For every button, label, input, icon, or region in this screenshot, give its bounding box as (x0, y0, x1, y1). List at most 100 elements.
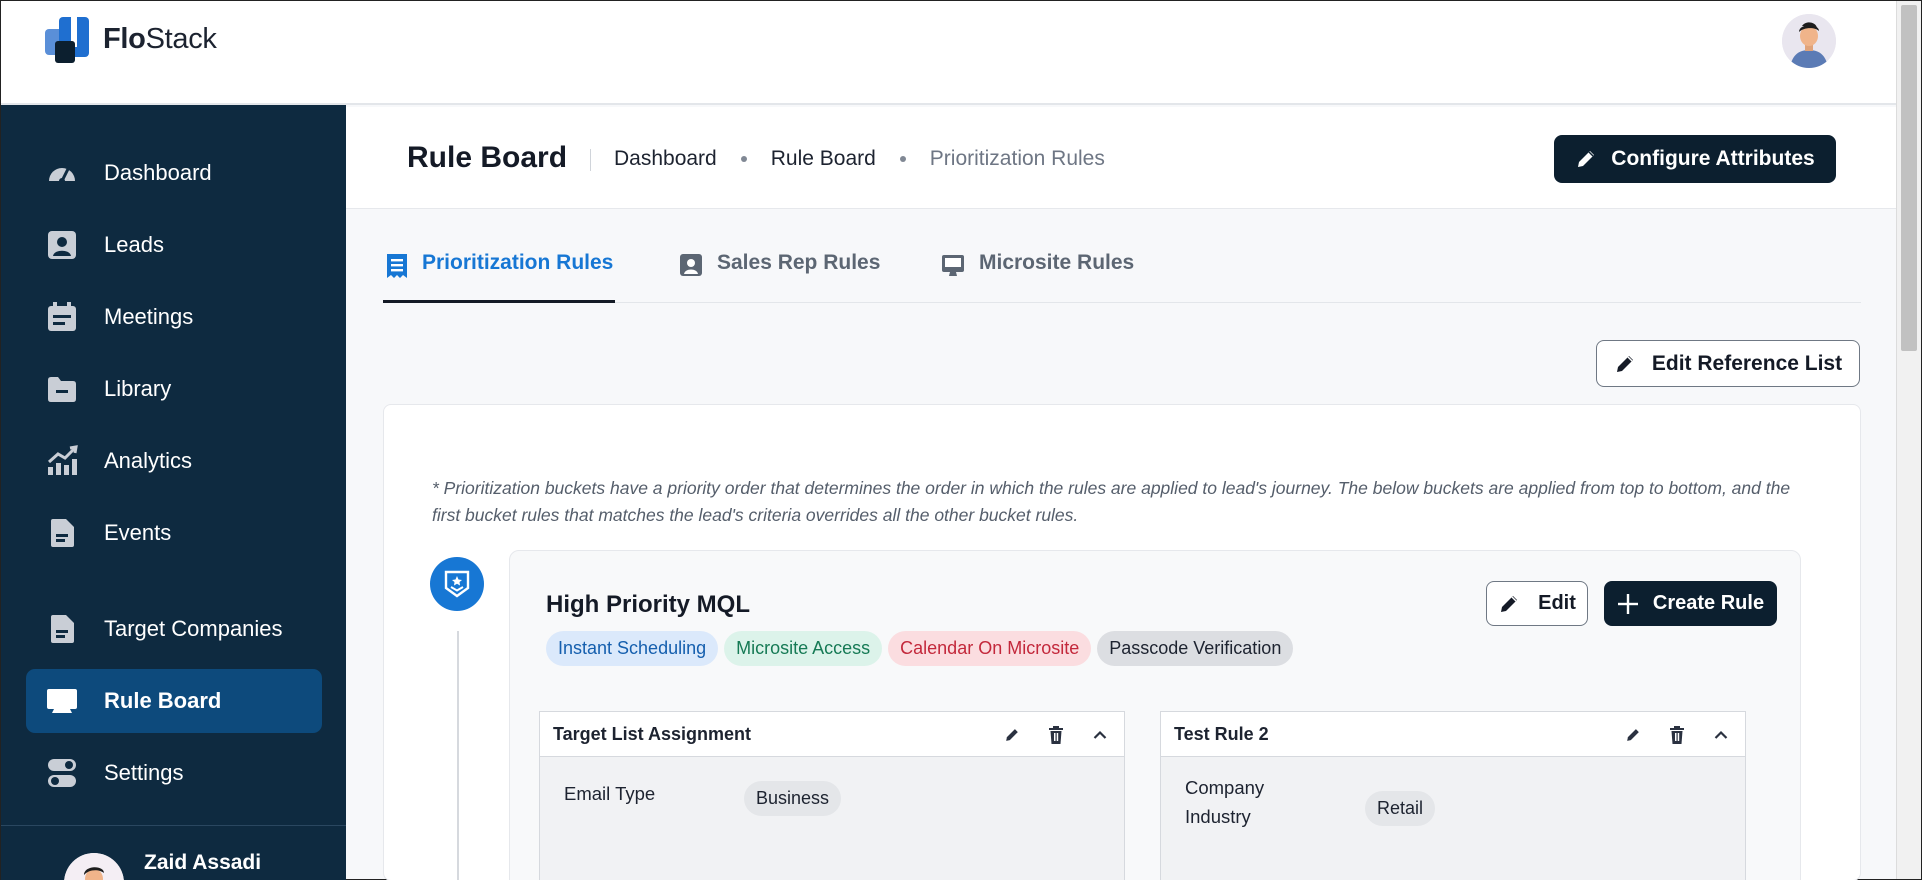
sidebar-item-leads[interactable]: Leads (26, 213, 322, 277)
sidebar: Dashboard Leads Meetings Library Analyti… (1, 105, 346, 880)
rule-actions (980, 712, 1112, 757)
sidebar-item-label: Dashboard (104, 160, 212, 185)
sidebar-item-dashboard[interactable]: Dashboard (26, 141, 322, 205)
sidebar-item-events[interactable]: Events (26, 501, 322, 565)
rule-title: Target List Assignment (553, 723, 752, 744)
condition-label: Email Type (564, 783, 656, 804)
collapse-chevron-up-icon[interactable] (1709, 723, 1733, 747)
delete-rule-trash-icon[interactable] (1665, 723, 1689, 747)
rule-card-target-list-assignment: Target List Assignment Email Type Busine… (539, 711, 1125, 880)
tab-microsite-rules[interactable]: Microsite Rules (941, 251, 1134, 303)
pencil-icon (1575, 148, 1597, 170)
shield-badge-icon (444, 570, 470, 598)
logo-text: FloStack (103, 23, 217, 56)
sidebar-item-label: Settings (104, 760, 184, 785)
tab-sales-rep-rules[interactable]: Sales Rep Rules (679, 251, 880, 303)
configure-attributes-button[interactable]: Configure Attributes (1554, 135, 1836, 183)
tab-prioritization-rules[interactable]: Prioritization Rules (383, 251, 615, 303)
sidebar-item-rule-board[interactable]: Rule Board (26, 669, 322, 733)
rule-header[interactable]: Test Rule 2 (1161, 712, 1745, 757)
breadcrumb-separator (899, 156, 906, 162)
bucket-title: High Priority MQL (546, 591, 750, 618)
breadcrumb-separator (740, 156, 747, 162)
sidebar-divider (1, 825, 346, 826)
sidebar-item-label: Library (104, 376, 172, 401)
bucket-high-priority-mql: High Priority MQL Instant Scheduling Mic… (509, 550, 1801, 880)
pencil-icon (1614, 353, 1636, 375)
folder-icon (46, 373, 78, 405)
calendar-icon (46, 301, 78, 333)
chip-instant-scheduling: Instant Scheduling (546, 631, 719, 666)
tab-label: Prioritization Rules (422, 251, 614, 274)
profile-avatar[interactable] (1782, 14, 1836, 68)
rule-conditions: Company Industry Retail (1161, 757, 1745, 880)
condition-value-chip: Business (744, 781, 842, 816)
toggle-icon (46, 757, 78, 789)
app-logo[interactable]: FloStack (45, 15, 217, 63)
gauge-icon (46, 157, 78, 189)
condition-value-chip: Retail (1365, 791, 1436, 826)
monitor-icon (46, 685, 78, 717)
rule-title: Test Rule 2 (1174, 723, 1269, 744)
sidebar-item-label: Target Companies (104, 616, 283, 641)
edit-bucket-button[interactable]: Edit (1486, 581, 1588, 626)
edit-reference-list-label: Edit Reference List (1651, 351, 1843, 375)
sidebar-item-label: Rule Board (104, 688, 222, 713)
rule-conditions: Email Type Business (540, 757, 1124, 880)
configure-attributes-label: Configure Attributes (1611, 147, 1815, 170)
sidebar-item-label: Leads (104, 232, 164, 257)
breadcrumb-dashboard[interactable]: Dashboard (614, 147, 717, 171)
sidebar-item-library[interactable]: Library (26, 357, 322, 421)
rule-actions (1601, 712, 1733, 757)
plus-icon (1617, 593, 1639, 615)
logo-text-regular: Stack (145, 22, 217, 55)
bucket-feature-chips: Instant Scheduling Microsite Access Cale… (546, 631, 1299, 666)
condition-label: Company Industry (1185, 777, 1265, 827)
monitor-icon (941, 253, 965, 277)
tab-label: Sales Rep Rules (717, 251, 881, 274)
document-icon (46, 517, 78, 549)
page-scrollbar[interactable] (1896, 1, 1921, 879)
page-title: Rule Board (407, 141, 568, 174)
sidebar-item-target-companies[interactable]: Target Companies (26, 597, 322, 661)
chip-passcode-verification: Passcode Verification (1097, 631, 1294, 666)
user-card-icon (46, 229, 78, 261)
sidebar-item-label: Analytics (104, 448, 193, 473)
rule-card-test-rule-2: Test Rule 2 Company Industry Retail (1160, 711, 1746, 880)
user-card-icon (679, 253, 703, 277)
sidebar-item-label: Meetings (104, 304, 194, 329)
sidebar-item-analytics[interactable]: Analytics (26, 429, 322, 493)
delete-rule-trash-icon[interactable] (1044, 723, 1068, 747)
prioritization-card: * Prioritization buckets have a priority… (383, 404, 1861, 880)
edit-rule-pencil-icon[interactable] (1000, 723, 1024, 747)
edit-rule-pencil-icon[interactable] (1621, 723, 1645, 747)
sidebar-item-meetings[interactable]: Meetings (26, 285, 322, 349)
chip-microsite-access: Microsite Access (724, 631, 883, 666)
user-name: Zaid Assadi (144, 851, 262, 874)
list-document-icon (386, 253, 408, 279)
edit-bucket-label: Edit (1538, 592, 1576, 614)
scrollbar-thumb[interactable] (1901, 5, 1917, 351)
prioritization-note: * Prioritization buckets have a priority… (432, 478, 1791, 525)
create-rule-label: Create Rule (1652, 592, 1765, 614)
top-bar: FloStack (1, 1, 1896, 105)
rule-header[interactable]: Target List Assignment (540, 712, 1124, 757)
breadcrumb-rule-board[interactable]: Rule Board (771, 147, 876, 171)
create-rule-button[interactable]: Create Rule (1604, 581, 1777, 626)
chip-calendar-on-microsite: Calendar On Microsite (888, 631, 1092, 666)
edit-reference-list-button[interactable]: Edit Reference List (1596, 340, 1860, 387)
pencil-icon (1498, 593, 1520, 615)
collapse-chevron-up-icon[interactable] (1088, 723, 1112, 747)
sidebar-item-label: Events (104, 520, 172, 545)
breadcrumb: Dashboard Rule Board Prioritization Rule… (614, 147, 1105, 171)
logo-mark-icon (45, 15, 91, 63)
bucket-priority-badge (430, 557, 484, 611)
sidebar-item-settings[interactable]: Settings (26, 741, 322, 805)
breadcrumb-current: Prioritization Rules (929, 147, 1105, 170)
user-avatar[interactable] (64, 853, 124, 880)
logo-text-bold: Flo (103, 22, 146, 55)
tab-label: Microsite Rules (979, 251, 1135, 274)
document-icon (46, 613, 78, 645)
trending-chart-icon (46, 445, 78, 477)
bucket-timeline-line (457, 631, 459, 880)
